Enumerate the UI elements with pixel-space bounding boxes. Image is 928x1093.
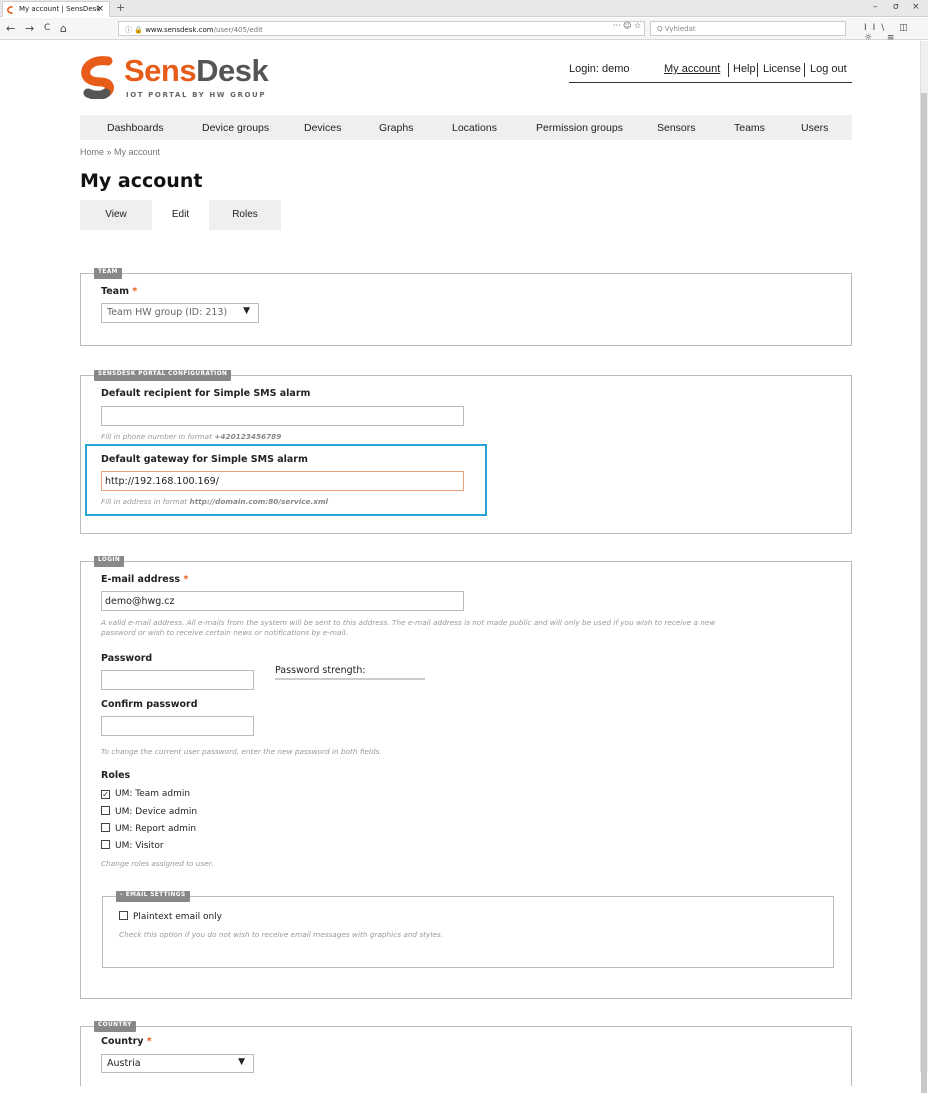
menu-item-device-groups[interactable]: Device groups: [202, 122, 269, 134]
page-actions-icon[interactable]: ··· ☺ ☆: [613, 21, 641, 30]
url-host: www.sensdesk.com: [145, 26, 214, 34]
email-settings-fieldset: – EMAIL SETTINGS Plaintext email only Ch…: [102, 891, 834, 968]
reload-icon[interactable]: C: [44, 23, 50, 33]
country-label: Country *: [101, 1036, 152, 1047]
country-legend: COUNTRY: [94, 1021, 136, 1032]
browser-tab-title: My account | SensDesk: [19, 5, 101, 13]
home-icon[interactable]: ⌂: [60, 22, 67, 35]
checkbox-icon[interactable]: [101, 823, 110, 832]
login-legend: LOGIN: [94, 556, 125, 567]
breadcrumb[interactable]: Home » My account: [80, 147, 160, 157]
checkbox-checked-icon[interactable]: ✓: [101, 790, 110, 799]
chevron-down-icon: ▼: [243, 306, 250, 316]
user-menu: Login: demo My account Help License Log …: [569, 63, 852, 83]
checkbox-icon[interactable]: [101, 806, 110, 815]
forward-icon[interactable]: →: [25, 22, 34, 35]
team-fieldset: TEAM Team * Team HW group (ID: 213) ▼: [80, 268, 852, 346]
toolbar-icons[interactable]: II\ ◫ ☼ ≡: [864, 23, 928, 43]
password-field[interactable]: [101, 670, 254, 690]
menu-item-graphs[interactable]: Graphs: [379, 122, 413, 134]
password-strength-label: Password strength:: [275, 665, 366, 676]
browser-tab[interactable]: My account | SensDesk ×: [2, 1, 110, 17]
browser-search-input[interactable]: Q Vyhledat: [650, 21, 846, 36]
confirm-password-label: Confirm password: [101, 699, 198, 710]
menu-item-teams[interactable]: Teams: [734, 122, 765, 134]
minimize-icon[interactable]: –: [873, 2, 878, 12]
portal-config-legend: SENSDESK PORTAL CONFIGURATION: [94, 370, 232, 381]
divider: [757, 63, 758, 77]
email-settings-legend[interactable]: – EMAIL SETTINGS: [116, 891, 190, 902]
main-menu: Dashboards Device groups Devices Graphs …: [80, 115, 852, 140]
url-bar[interactable]: ⓘ 🔒 www.sensdesk.com/user/405/edit: [118, 21, 645, 36]
logo-tagline: IOT PORTAL BY HW GROUP: [126, 91, 267, 99]
browser-tab-bar: My account | SensDesk × + – σ ×: [0, 0, 928, 17]
divider: [804, 63, 805, 77]
chevron-down-icon: ▼: [238, 1057, 245, 1067]
menu-item-users[interactable]: Users: [801, 122, 828, 134]
login-fieldset: LOGIN E-mail address * A valid e-mail ad…: [80, 556, 852, 999]
tab-roles[interactable]: Roles: [209, 200, 281, 230]
logout-link[interactable]: Log out: [810, 63, 847, 75]
close-window-icon[interactable]: ×: [912, 2, 920, 12]
sms-recipient-label: Default recipient for Simple SMS alarm: [101, 388, 311, 399]
sensdesk-favicon-icon: [7, 6, 13, 14]
tab-view[interactable]: View: [80, 200, 152, 230]
password-description: To change the current user password, ent…: [101, 747, 382, 756]
browser-nav-bar: ← → C ⌂ ⓘ 🔒 www.sensdesk.com/user/405/ed…: [0, 18, 928, 43]
checkbox-icon[interactable]: [101, 840, 110, 849]
email-description-line1: A valid e-mail address. All e-mails from…: [101, 618, 716, 627]
email-description-line2: password or wish to receive certain news…: [101, 628, 348, 637]
checkbox-icon[interactable]: [119, 911, 128, 920]
role-checkbox-device-admin[interactable]: UM: Device admin: [101, 806, 197, 817]
page-scrollbar[interactable]: [920, 41, 928, 1093]
role-checkbox-report-admin[interactable]: UM: Report admin: [101, 823, 196, 834]
password-label: Password: [101, 653, 153, 664]
site-info-icon[interactable]: ⓘ 🔒: [125, 26, 143, 34]
sms-recipient-description: Fill in phone number in format +42012345…: [101, 432, 282, 441]
country-select[interactable]: Austria ▼: [101, 1054, 254, 1073]
email-field[interactable]: [101, 591, 464, 611]
url-path: /user/405/edit: [213, 26, 263, 34]
page-title: My account: [80, 170, 203, 192]
team-select-value: Team HW group (ID: 213): [107, 307, 228, 318]
menu-item-locations[interactable]: Locations: [452, 122, 497, 134]
email-label: E-mail address *: [101, 574, 189, 585]
account-tabs: View Edit Roles: [80, 200, 281, 230]
login-status: Login: demo: [569, 63, 630, 75]
license-link[interactable]: License: [763, 63, 801, 75]
menu-item-sensors[interactable]: Sensors: [657, 122, 696, 134]
menu-item-dashboards[interactable]: Dashboards: [107, 122, 164, 134]
team-label: Team *: [101, 286, 138, 297]
roles-description: Change roles assigned to user.: [101, 859, 214, 868]
team-select[interactable]: Team HW group (ID: 213) ▼: [101, 303, 259, 323]
menu-item-permission-groups[interactable]: Permission groups: [536, 122, 623, 134]
tab-edit[interactable]: Edit: [152, 200, 209, 230]
divider: [728, 63, 729, 77]
country-select-value: Austria: [107, 1058, 141, 1069]
confirm-password-field[interactable]: [101, 716, 254, 736]
new-tab-button[interactable]: +: [116, 1, 125, 14]
gateway-highlight-frame: [85, 444, 487, 516]
plaintext-email-checkbox[interactable]: Plaintext email only: [119, 911, 222, 922]
logo-mark-icon: [81, 56, 114, 99]
plaintext-email-description: Check this option if you do not wish to …: [119, 930, 443, 939]
logo-text: SensDesk: [124, 53, 269, 88]
roles-label: Roles: [101, 770, 131, 781]
team-legend: TEAM: [94, 268, 122, 279]
role-checkbox-visitor[interactable]: UM: Visitor: [101, 840, 164, 851]
my-account-link[interactable]: My account: [664, 63, 720, 75]
back-icon[interactable]: ←: [6, 22, 15, 35]
tab-close-icon[interactable]: ×: [96, 4, 104, 14]
maximize-icon[interactable]: σ: [893, 2, 899, 12]
help-link[interactable]: Help: [733, 63, 756, 75]
scrollbar-thumb[interactable]: [921, 93, 927, 1093]
country-fieldset: COUNTRY Country * Austria ▼: [80, 1021, 852, 1086]
password-strength-bar: [275, 678, 425, 680]
role-checkbox-team-admin[interactable]: ✓ UM: Team admin: [101, 789, 190, 799]
sms-recipient-input[interactable]: [101, 406, 464, 426]
menu-item-devices[interactable]: Devices: [304, 122, 341, 134]
